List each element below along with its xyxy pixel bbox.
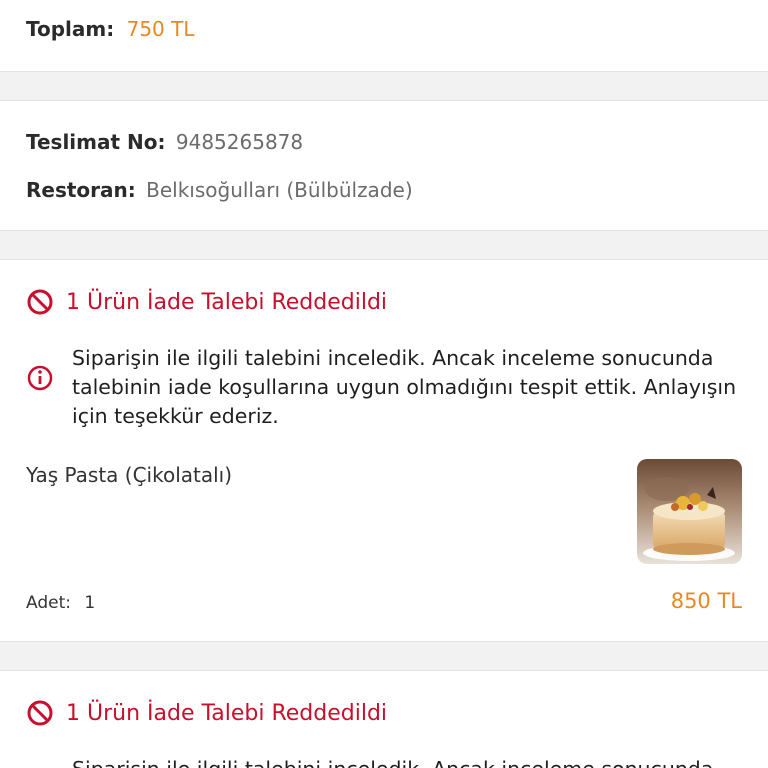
restaurant-label: Restoran: — [26, 178, 136, 202]
refund-title: 1 Ürün İade Talebi Reddedildi — [66, 700, 388, 726]
delivery-no-label: Teslimat No: — [26, 130, 166, 154]
ban-icon — [27, 700, 53, 726]
refund-card: 1 Ürün İade Talebi Reddedildi Siparişin … — [0, 259, 768, 642]
refund-message-row: Siparişin ile ilgili talebini inceledik.… — [26, 344, 746, 431]
quantity-value: 1 — [84, 593, 96, 613]
cake-image — [637, 459, 742, 564]
refund-title-row: 1 Ürün İade Talebi Reddedildi — [26, 288, 387, 316]
info-circle-icon — [27, 365, 53, 391]
refund-message: Siparişin ile ilgili talebini inceledik.… — [72, 755, 713, 768]
product-price: 850 TL — [670, 589, 742, 613]
quantity-label: Adet: — [26, 593, 71, 613]
refund-title-row: 1 Ürün İade Talebi Reddedildi — [26, 699, 387, 727]
refund-message-row: Siparişin ile ilgili talebini inceledik.… — [26, 755, 746, 768]
quantity-row: Adet: 1 — [26, 593, 95, 613]
delivery-no-value: 9485265878 — [175, 130, 304, 154]
product-name: Yaş Pasta (Çikolatalı) — [26, 463, 233, 487]
refund-message: Siparişin ile ilgili talebini inceledik.… — [72, 346, 737, 428]
restaurant-row: Restoran: Belkısoğulları (Bülbülzade) — [26, 178, 413, 202]
restaurant-value: Belkısoğulları (Bülbülzade) — [146, 178, 413, 202]
refund-card: 1 Ürün İade Talebi Reddedildi Siparişin … — [0, 670, 768, 768]
delivery-card: Teslimat No: 9485265878 Restoran: Belkıs… — [0, 100, 768, 231]
total-card: Toplam: 750 TL — [0, 0, 768, 72]
total-row: Toplam: 750 TL — [26, 17, 194, 41]
ban-icon — [27, 289, 53, 315]
delivery-no-row: Teslimat No: 9485265878 — [26, 130, 303, 154]
total-value: 750 TL — [126, 17, 195, 41]
total-label: Toplam: — [26, 17, 115, 41]
refund-title: 1 Ürün İade Talebi Reddedildi — [66, 289, 388, 315]
